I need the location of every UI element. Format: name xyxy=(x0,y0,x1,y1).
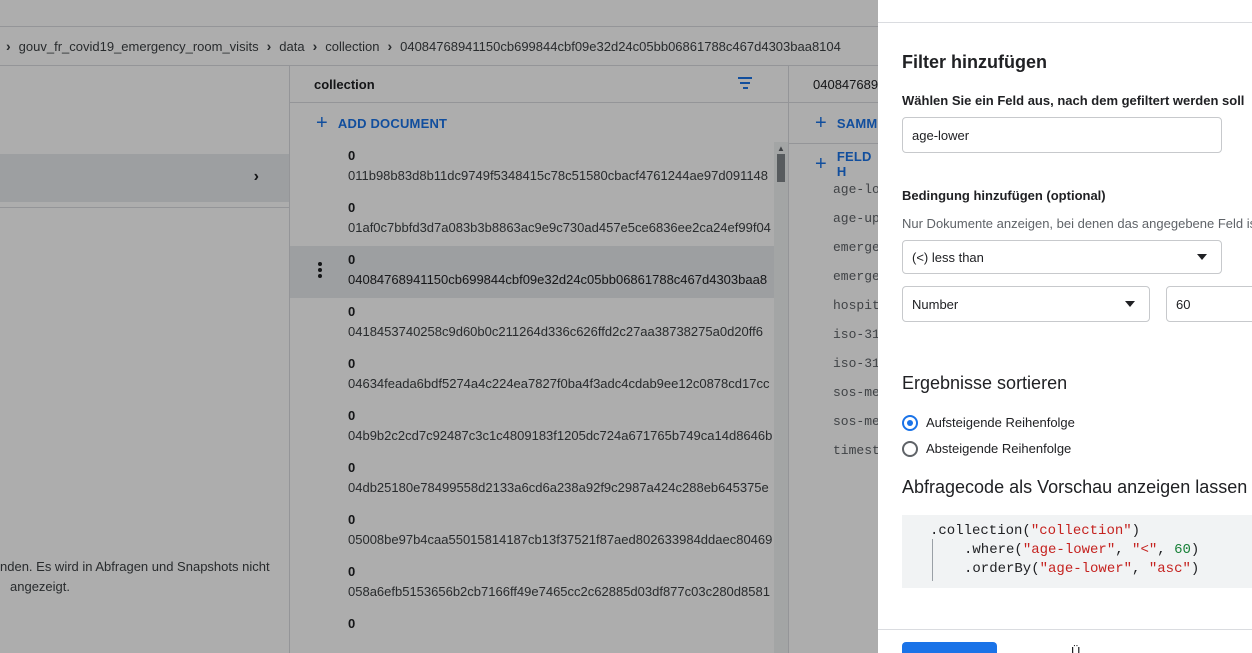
preview-title: Abfragecode als Vorschau anzeigen lassen xyxy=(902,477,1248,497)
code-line: .where("age-lower", "<", 60) xyxy=(964,542,1200,558)
divider xyxy=(878,22,1252,23)
value-type-value: Number xyxy=(912,296,959,312)
sort-asc-label[interactable]: Aufsteigende Reihenfolge xyxy=(926,415,1075,430)
value-input-value: 60 xyxy=(1176,296,1191,312)
code-preview: .collection("collection") .where("age-lo… xyxy=(902,515,1252,588)
modal-scrim[interactable] xyxy=(0,0,878,653)
condition-hint: Nur Dokumente anzeigen, bei denen das an… xyxy=(902,216,1252,231)
filter-panel: Filter hinzufügen Wählen Sie ein Feld au… xyxy=(878,0,1252,653)
divider xyxy=(878,629,1252,630)
field-input[interactable]: age-lower xyxy=(902,117,1222,153)
apply-button[interactable] xyxy=(902,642,997,653)
code-line: .orderBy("age-lower", "asc") xyxy=(964,561,1200,577)
value-type-dropdown[interactable]: Number xyxy=(902,286,1150,322)
operator-value: (<) less than xyxy=(912,249,984,265)
sort-desc-label[interactable]: Absteigende Reihenfolge xyxy=(926,441,1071,456)
operator-dropdown[interactable]: (<) less than xyxy=(902,240,1222,274)
indent-guide xyxy=(932,539,933,581)
sort-asc-radio[interactable] xyxy=(902,415,918,431)
value-input[interactable]: 60 xyxy=(1166,286,1252,322)
sort-desc-radio[interactable] xyxy=(902,441,918,457)
field-input-value: age-lower xyxy=(912,127,970,143)
cancel-button-label[interactable]: Ü xyxy=(1071,644,1080,653)
sort-title: Ergebnisse sortieren xyxy=(902,373,1068,393)
condition-label: Bedingung hinzufügen (optional) xyxy=(902,188,1106,203)
code-line: .collection("collection") xyxy=(930,523,1141,539)
field-select-label: Wählen Sie ein Feld aus, nach dem gefilt… xyxy=(902,93,1245,108)
filter-title: Filter hinzufügen xyxy=(902,52,1047,72)
